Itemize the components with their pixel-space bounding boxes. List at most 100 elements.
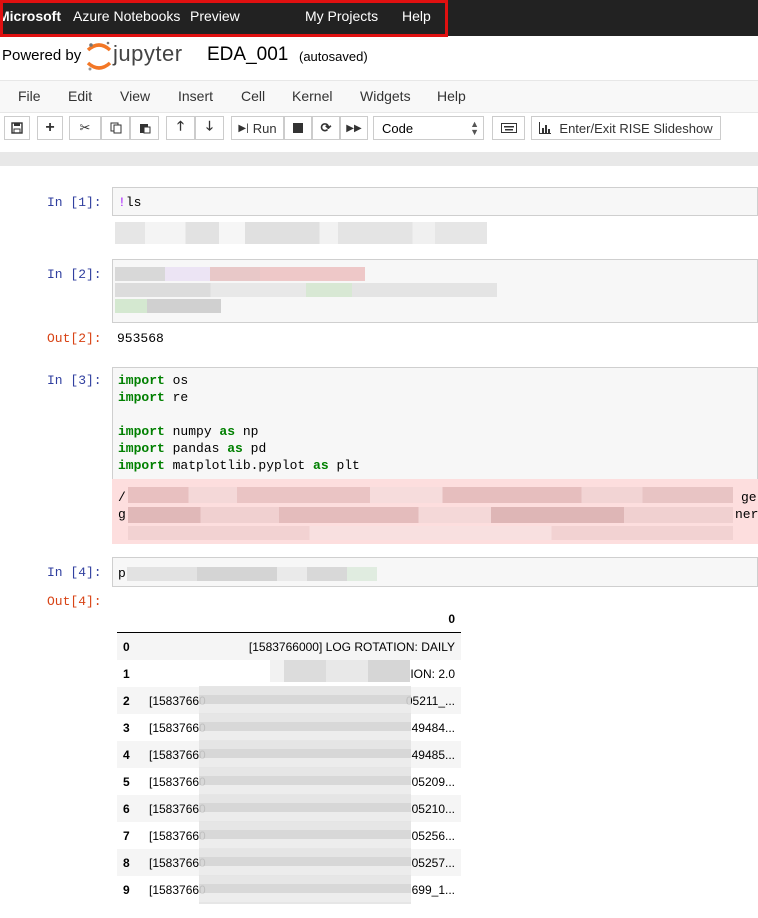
cell3-code: import os import re import numpy as np imp… [118, 372, 360, 474]
keyword: import [118, 441, 165, 456]
copy-icon [110, 122, 121, 134]
row-index: 3 [123, 720, 130, 735]
row-index: 2 [123, 693, 130, 708]
notebook-name[interactable]: EDA_001 [207, 44, 288, 66]
step-forward-icon: ▶| [238, 122, 249, 134]
cell-type-select[interactable]: Code ▲ ▼ [373, 116, 484, 140]
cell2-output: 953568 [117, 331, 164, 346]
redacted-stderr-line-3 [128, 526, 733, 540]
save-button[interactable] [4, 116, 30, 140]
header-separator [0, 152, 758, 166]
run-button[interactable]: ▶| Run [231, 116, 284, 140]
code-text: np [235, 424, 259, 439]
menu-bar: File Edit View Insert Cell Kernel Widget… [0, 80, 758, 113]
paste-button[interactable] [130, 116, 159, 140]
code-text: numpy [164, 424, 220, 439]
cell2-in-prompt: In [2]: [47, 267, 102, 282]
redacted-rows [199, 686, 411, 904]
scissors-icon: ✂ [79, 120, 91, 135]
cell1-input[interactable] [112, 187, 758, 216]
run-label: Run [252, 120, 277, 136]
row-value-text: 05209... [411, 774, 455, 789]
stop-icon [293, 123, 303, 133]
row-value-text: [1583766000] LOG ROTATION: DAILY [248, 639, 455, 654]
redacted-stderr-line-1 [128, 487, 733, 503]
row-index: 1 [123, 666, 130, 681]
row-value-prefix: [15837660 [149, 693, 206, 708]
paste-icon [139, 124, 150, 134]
restart-run-all-button[interactable]: ▶▶ [340, 116, 368, 140]
row-value-prefix: [15837660 [149, 720, 206, 735]
row-index: 5 [123, 774, 130, 789]
keyword: as [219, 424, 236, 439]
table-header-row: 0 [117, 605, 461, 633]
bar-chart-icon [539, 122, 552, 134]
interrupt-button[interactable] [284, 116, 312, 140]
row-value-text: 05256... [411, 828, 455, 843]
restart-icon: ⟳ [320, 120, 332, 135]
code-line: import matplotlib.pyplot as plt [118, 457, 360, 474]
cell1-in-prompt: In [1]: [47, 195, 102, 210]
row-index: 9 [123, 882, 130, 897]
keyword: import [118, 424, 165, 439]
row-value-text: 05257... [411, 855, 455, 870]
rise-slideshow-button[interactable]: Enter/Exit RISE Slideshow [531, 116, 721, 140]
redacted-code-line-1 [115, 267, 365, 281]
plus-icon: + [45, 119, 55, 136]
stderr-end-2: ner [735, 507, 758, 522]
row-value-text: 49485... [411, 747, 455, 762]
row-index: 7 [123, 828, 130, 843]
redacted-cell4-code [127, 567, 377, 581]
code-line: import os [118, 372, 360, 389]
jupyter-wordmark[interactable]: jupyter [113, 41, 183, 67]
redacted-row-1 [270, 660, 410, 682]
redacted-code-line-2 [115, 283, 497, 297]
row-value-prefix: [15837660 [149, 855, 206, 870]
stderr-end-1: ge [741, 490, 757, 505]
row-index: 8 [123, 855, 130, 870]
row-index: 0 [123, 639, 130, 654]
menu-widgets[interactable]: Widgets [360, 88, 411, 104]
row-value-prefix: [15837660 [149, 747, 206, 762]
keyword: import [118, 390, 165, 405]
rise-label: Enter/Exit RISE Slideshow [559, 120, 713, 136]
cell4-out-prompt: Out[4]: [47, 594, 102, 609]
move-down-button[interactable]: 🡓 [195, 116, 224, 140]
menu-file[interactable]: File [18, 88, 41, 104]
keyboard-icon [500, 123, 517, 133]
save-icon [11, 122, 23, 134]
row-value-text: 05210... [411, 801, 455, 816]
row-value-prefix: [15837660 [149, 774, 206, 789]
code-text: matplotlib.pyplot [164, 458, 314, 473]
row-index: 4 [123, 747, 130, 762]
row-index: 6 [123, 801, 130, 816]
menu-help[interactable]: Help [437, 88, 466, 104]
copy-button[interactable] [101, 116, 130, 140]
row-value-prefix: [15837660 [149, 882, 206, 897]
row-value: [1583766000] LOG ROTATION: DAILY [143, 633, 461, 661]
keyword: import [118, 458, 165, 473]
arrow-down-icon: 🡓 [206, 118, 213, 133]
index-header [117, 605, 143, 633]
row-value-prefix: [15837660 [149, 828, 206, 843]
stderr-start-2: g [118, 507, 126, 522]
menu-cell[interactable]: Cell [241, 88, 265, 104]
command-palette-button[interactable] [492, 116, 525, 140]
move-up-button[interactable]: 🡑 [166, 116, 195, 140]
keyword: import [118, 373, 165, 388]
restart-button[interactable]: ⟳ [312, 116, 340, 140]
row-value-text: 699_1... [411, 882, 455, 897]
redacted-stderr-line-2 [128, 507, 733, 523]
code-text: os [164, 373, 189, 388]
cell1-code: !ls [118, 194, 141, 211]
menu-insert[interactable]: Insert [178, 88, 213, 104]
menu-view[interactable]: View [120, 88, 150, 104]
insert-cell-button[interactable]: + [37, 116, 63, 140]
menu-edit[interactable]: Edit [68, 88, 92, 104]
cut-button[interactable]: ✂ [69, 116, 101, 140]
code-text: plt [328, 458, 360, 473]
menu-kernel[interactable]: Kernel [292, 88, 332, 104]
autosave-status: (autosaved) [299, 49, 368, 64]
code-line: import pandas as pd [118, 440, 360, 457]
